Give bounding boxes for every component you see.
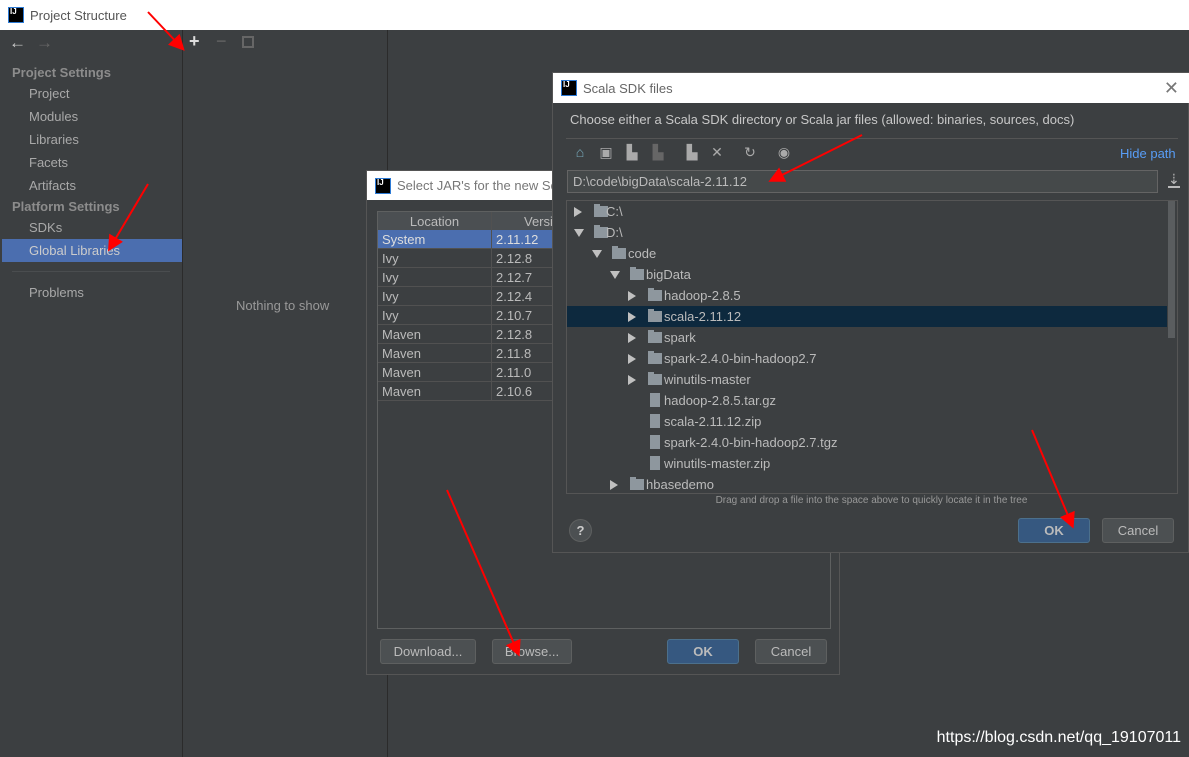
annotation-arrows bbox=[107, 11, 1075, 657]
arrow-to-browse-button bbox=[446, 489, 521, 657]
arrow-to-global-libraries bbox=[107, 183, 149, 252]
arrow-to-path-input bbox=[768, 134, 863, 182]
arrow-to-ok-button bbox=[1031, 429, 1075, 529]
arrow-to-add-button bbox=[147, 11, 185, 51]
watermark: https://blog.csdn.net/qq_19107011 bbox=[936, 729, 1181, 746]
